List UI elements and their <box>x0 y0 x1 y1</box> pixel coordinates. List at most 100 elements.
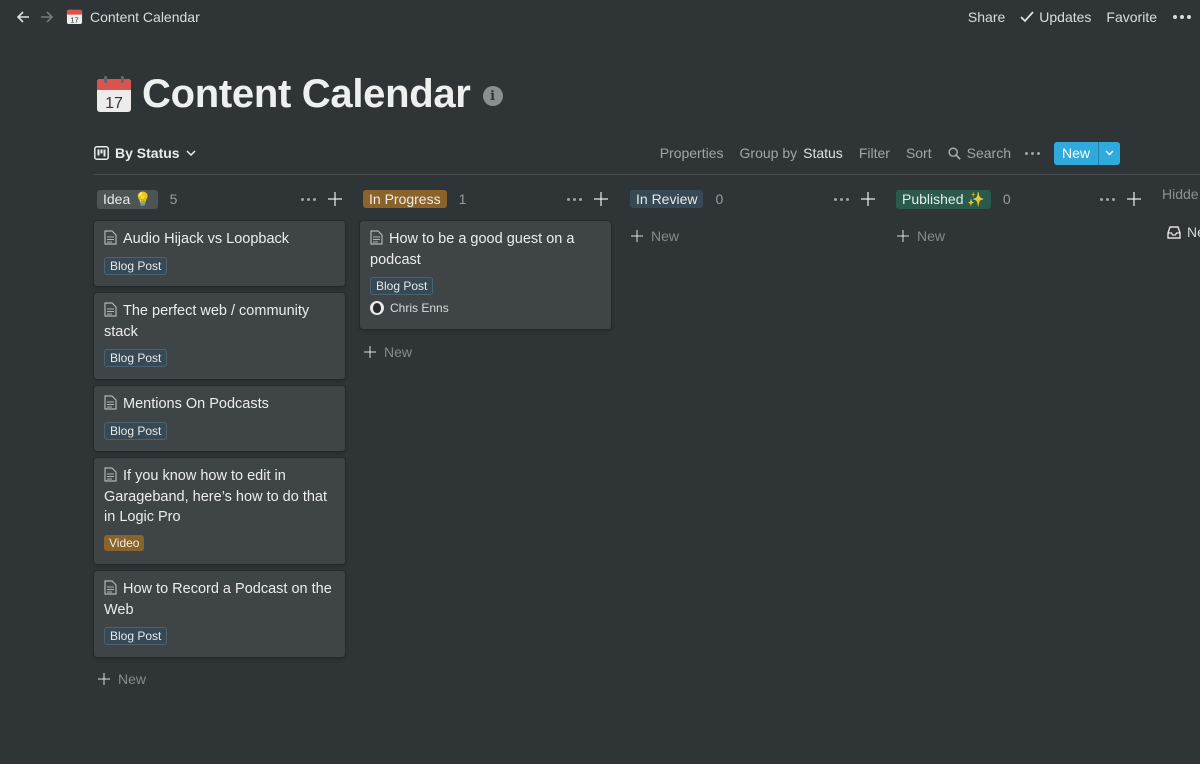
new-button-label: New <box>1053 141 1098 165</box>
filter-button[interactable]: Filter <box>859 145 890 161</box>
column-label[interactable]: In Review <box>630 190 704 208</box>
hidden-groups-label[interactable]: Hidde <box>1162 186 1199 202</box>
board-column-idea: Idea 💡 5 Audio Hijack vs Loopback Blog P… <box>94 186 346 687</box>
view-toolbar: By Status Properties Group by Status Filt… <box>94 141 1120 165</box>
new-card-button[interactable]: New <box>897 228 945 244</box>
hidden-group-label: Ne <box>1187 224 1200 240</box>
page-icon <box>104 302 117 317</box>
add-card-icon[interactable] <box>861 192 875 206</box>
page-header: 17 Content Calendar i <box>96 70 503 118</box>
group-by-button[interactable]: Group by Status <box>740 145 843 161</box>
group-by-prefix: Group by <box>739 145 798 161</box>
top-bar: 17 Content Calendar Share Updates Favori… <box>0 0 1200 33</box>
column-header: In Progress 1 <box>360 186 612 212</box>
svg-text:17: 17 <box>105 95 123 112</box>
page-title[interactable]: Content Calendar <box>142 72 471 117</box>
group-by-value: Status <box>803 145 843 161</box>
view-tools: Properties Group by Status Filter Sort Se… <box>644 141 1120 165</box>
plus-icon <box>897 230 909 242</box>
board-column-published: Published ✨ 0 New <box>893 186 1145 244</box>
plus-icon <box>364 346 376 358</box>
back-arrow-icon[interactable] <box>14 8 32 26</box>
board-column-in-progress: In Progress 1 How to be a good guest on … <box>360 186 612 360</box>
card-title: Audio Hijack vs Loopback <box>123 231 290 247</box>
page-icon <box>104 395 117 410</box>
updates-button[interactable]: Updates <box>1020 9 1091 25</box>
search-icon <box>948 146 961 160</box>
search-label: Search <box>966 145 1011 161</box>
search-button[interactable]: Search <box>948 145 1011 161</box>
checkmark-icon <box>1020 10 1034 22</box>
card-title: Mentions On Podcasts <box>123 396 269 412</box>
avatar <box>370 301 384 315</box>
column-more-icon[interactable] <box>301 197 316 201</box>
board-view-icon <box>94 146 109 160</box>
column-label[interactable]: Published ✨ <box>896 189 991 209</box>
column-more-icon[interactable] <box>567 197 582 201</box>
new-card-button[interactable]: New <box>631 228 679 244</box>
assignee-name: Chris Enns <box>390 301 449 315</box>
page-icon <box>104 467 117 482</box>
page-icon <box>104 580 117 595</box>
board-card[interactable]: Audio Hijack vs Loopback Blog Post <box>94 221 345 286</box>
new-card-label: New <box>917 228 946 244</box>
board-card[interactable]: How to Record a Podcast on the Web Blog … <box>94 571 345 657</box>
view-name: By Status <box>115 145 180 161</box>
column-count: 1 <box>458 191 467 207</box>
type-tag: Blog Post <box>104 349 168 367</box>
add-card-icon[interactable] <box>328 192 342 206</box>
info-icon[interactable]: i <box>482 86 503 106</box>
view-more-icon[interactable] <box>1024 151 1040 155</box>
calendar-icon: 17 <box>66 9 83 25</box>
type-tag: Blog Post <box>104 256 168 275</box>
chevron-down-icon <box>186 150 196 156</box>
share-button[interactable]: Share <box>968 9 1005 25</box>
card-title: The perfect web / community stack <box>104 303 310 340</box>
add-card-icon[interactable] <box>594 192 608 206</box>
column-more-icon[interactable] <box>1100 197 1115 201</box>
column-count: 5 <box>169 191 178 207</box>
board-column-in-review: In Review 0 New <box>627 186 879 244</box>
chevron-down-icon[interactable] <box>1098 141 1120 165</box>
inbox-icon <box>1167 225 1181 239</box>
column-more-icon[interactable] <box>834 197 849 201</box>
calendar-icon[interactable]: 17 <box>96 75 132 113</box>
type-tag: Blog Post <box>370 277 434 295</box>
top-actions: Share Updates Favorite <box>968 0 1200 33</box>
column-header: Published ✨ 0 <box>893 186 1145 212</box>
column-count: 0 <box>1002 191 1011 207</box>
view-switcher[interactable]: By Status <box>94 145 196 161</box>
new-card-label: New <box>651 228 680 244</box>
sort-button[interactable]: Sort <box>906 145 932 161</box>
board-card[interactable]: How to be a good guest on a podcast Blog… <box>360 221 611 329</box>
card-title: If you know how to edit in Garageband, h… <box>104 468 328 525</box>
card-title: How to be a good guest on a podcast <box>370 231 575 268</box>
new-card-button[interactable]: New <box>98 671 146 687</box>
column-count: 0 <box>715 191 724 207</box>
more-options-icon[interactable] <box>1172 14 1192 19</box>
type-tag: Blog Post <box>104 421 168 440</box>
forward-arrow-icon[interactable] <box>38 8 56 26</box>
type-tag: Blog Post <box>104 627 168 645</box>
column-label[interactable]: Idea 💡 <box>97 189 158 209</box>
new-button[interactable]: New <box>1053 141 1120 165</box>
breadcrumb[interactable]: 17 Content Calendar <box>66 8 200 25</box>
new-card-label: New <box>384 344 413 360</box>
breadcrumb-label: Content Calendar <box>90 8 200 25</box>
board-card[interactable]: If you know how to edit in Garageband, h… <box>94 458 345 564</box>
column-header: Idea 💡 5 <box>94 186 346 212</box>
favorite-button[interactable]: Favorite <box>1106 9 1157 25</box>
board-card[interactable]: The perfect web / community stack Blog P… <box>94 293 345 379</box>
new-card-button[interactable]: New <box>364 344 412 360</box>
board-card[interactable]: Mentions On Podcasts Blog Post <box>94 386 345 451</box>
divider <box>94 174 1200 175</box>
hidden-group-item[interactable]: Ne <box>1167 224 1200 240</box>
properties-button[interactable]: Properties <box>660 145 724 161</box>
column-label[interactable]: In Progress <box>363 190 447 208</box>
type-tag: Video <box>104 534 145 551</box>
new-card-label: New <box>118 671 147 687</box>
page-icon <box>104 230 117 245</box>
assignee: Chris Enns <box>370 301 601 315</box>
plus-icon <box>98 673 110 685</box>
add-card-icon[interactable] <box>1127 192 1141 206</box>
